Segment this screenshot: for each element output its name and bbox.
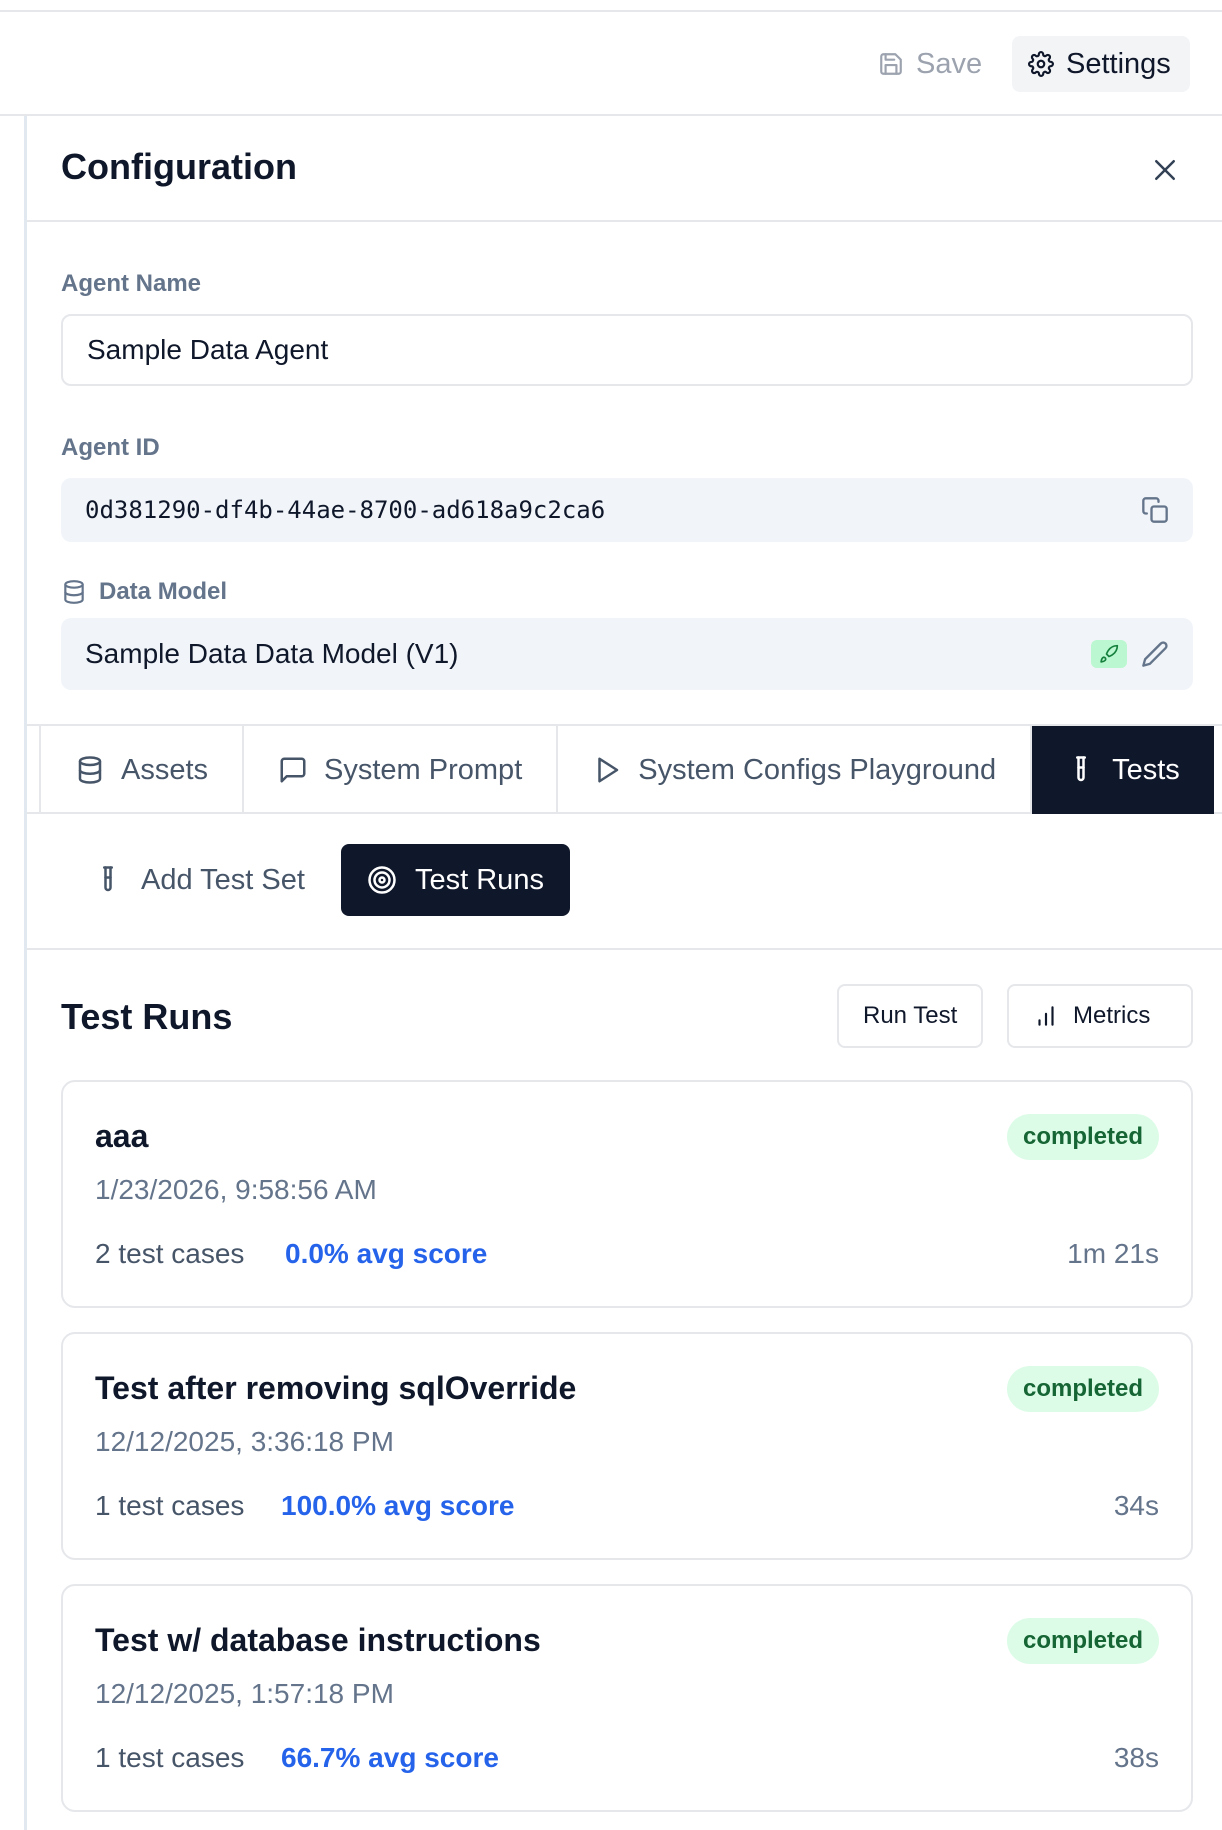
tab-system-prompt[interactable]: System Prompt xyxy=(244,726,559,814)
database-icon xyxy=(61,579,87,605)
run-cases: 2 test cases xyxy=(95,1238,245,1269)
run-test-button[interactable]: Run Test xyxy=(837,984,984,1048)
settings-label: Settings xyxy=(1066,47,1171,80)
data-model-label-row: Data Model xyxy=(61,578,227,606)
agent-id-label: Agent ID xyxy=(61,434,160,461)
subtab-label: Add Test Set xyxy=(141,863,305,896)
panel-title: Configuration xyxy=(61,146,297,187)
play-icon xyxy=(592,755,622,785)
save-button[interactable]: Save xyxy=(864,36,996,92)
agent-name-label: Agent Name xyxy=(61,270,202,297)
panel-header: Configuration xyxy=(27,116,1222,222)
test-run-card[interactable]: Test after removing sqlOverride complete… xyxy=(61,1332,1193,1560)
run-duration: 34s xyxy=(1113,1490,1159,1521)
top-toolbar: Save Settings xyxy=(0,10,1222,116)
test-runs-title: Test Runs xyxy=(61,996,233,1037)
copy-icon[interactable] xyxy=(1141,496,1169,524)
tab-system-configs-playground[interactable]: System Configs Playground xyxy=(558,726,1033,814)
status-badge: completed xyxy=(1006,1366,1159,1412)
run-score: 0.0% avg score xyxy=(285,1238,488,1269)
agent-name-input[interactable] xyxy=(61,314,1193,386)
test-subtabs: Add Test Set Test Runs xyxy=(27,814,1222,950)
gear-icon xyxy=(1028,51,1054,77)
subtab-add-test-set[interactable]: Add Test Set xyxy=(67,844,331,916)
pencil-icon[interactable] xyxy=(1141,640,1169,668)
main-tabs: Assets System Prompt System Configs Play… xyxy=(27,724,1222,814)
run-name: aaa xyxy=(95,1118,149,1154)
run-date: 12/12/2025, 3:36:18 PM xyxy=(95,1426,394,1457)
bar-chart-icon xyxy=(1033,1003,1059,1029)
metrics-button[interactable]: Metrics xyxy=(1007,984,1193,1048)
tab-label: System Prompt xyxy=(324,753,523,786)
close-button[interactable] xyxy=(1145,150,1185,190)
data-model-field: Sample Data Data Model (V1) xyxy=(61,618,1193,690)
status-badge: completed xyxy=(1006,1618,1159,1664)
settings-button[interactable]: Settings xyxy=(1012,36,1190,92)
save-icon xyxy=(878,51,904,77)
status-badge: completed xyxy=(1006,1114,1159,1160)
save-label: Save xyxy=(916,47,983,80)
close-icon xyxy=(1150,155,1180,185)
subtab-label: Test Runs xyxy=(415,863,544,896)
agent-id-value: 0d381290-df4b-44ae-8700-ad618a9c2ca6 xyxy=(85,496,606,524)
data-model-value: Sample Data Data Model (V1) xyxy=(85,638,459,669)
run-name: Test w/ database instructions xyxy=(95,1622,541,1658)
configuration-panel: Configuration Agent Name Agent ID 0d3812… xyxy=(24,116,1222,1830)
test-run-card[interactable]: Test w/ database instructions completed … xyxy=(61,1584,1193,1812)
run-duration: 38s xyxy=(1113,1742,1159,1773)
run-date: 1/23/2026, 9:58:56 AM xyxy=(95,1174,377,1205)
run-name: Test after removing sqlOverride xyxy=(95,1370,577,1406)
data-model-label: Data Model xyxy=(99,578,228,605)
run-cases: 1 test cases xyxy=(95,1742,245,1773)
run-date: 12/12/2025, 1:57:18 PM xyxy=(95,1678,394,1709)
test-run-card[interactable]: aaa completed 1/23/2026, 9:58:56 AM 2 te… xyxy=(61,1080,1193,1308)
tab-assets[interactable]: Assets xyxy=(39,726,245,814)
run-duration: 1m 21s xyxy=(1067,1238,1159,1269)
metrics-label: Metrics xyxy=(1073,1002,1151,1029)
database-icon xyxy=(75,755,105,785)
subtab-test-runs[interactable]: Test Runs xyxy=(341,844,570,916)
left-gutter xyxy=(0,116,24,1830)
run-test-label: Run Test xyxy=(863,1002,958,1029)
message-square-icon xyxy=(278,755,308,785)
test-tube-icon xyxy=(1066,755,1096,785)
tab-label: System Configs Playground xyxy=(638,753,997,786)
test-tube-icon xyxy=(93,865,123,895)
rocket-icon xyxy=(1091,640,1127,668)
target-icon xyxy=(367,865,397,895)
run-cases: 1 test cases xyxy=(95,1490,245,1521)
tab-tests[interactable]: Tests xyxy=(1032,726,1214,814)
tab-label: Assets xyxy=(121,753,209,786)
run-score: 100.0% avg score xyxy=(281,1490,515,1521)
agent-id-field: 0d381290-df4b-44ae-8700-ad618a9c2ca6 xyxy=(61,478,1193,542)
tab-label: Tests xyxy=(1112,753,1180,786)
run-score: 66.7% avg score xyxy=(281,1742,499,1773)
